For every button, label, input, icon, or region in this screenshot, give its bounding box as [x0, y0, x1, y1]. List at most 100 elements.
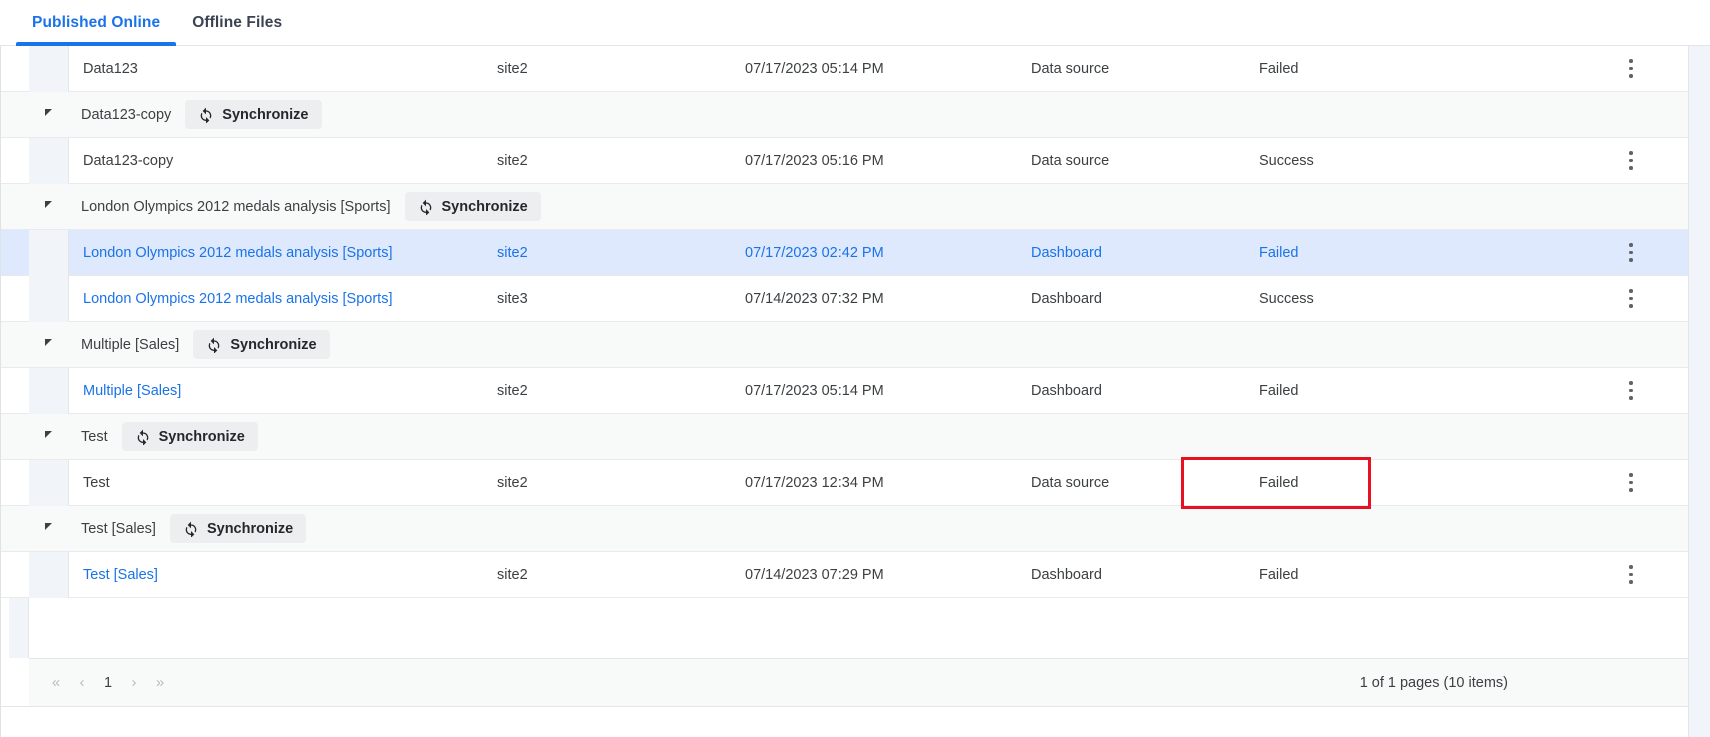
group-header-row[interactable]: Data123-copy Synchronize [1, 92, 1688, 138]
triangle-collapse-icon [44, 523, 52, 530]
data-row-left-pad [1, 230, 29, 276]
cell-timestamp: 07/14/2023 07:29 PM [745, 566, 884, 583]
refresh-sync-icon [208, 337, 220, 353]
synchronize-button-label: Synchronize [206, 520, 294, 537]
row-actions-menu-button[interactable] [1614, 46, 1648, 92]
more-vertical-icon-dot [1629, 480, 1633, 485]
table-row[interactable]: Data123 site2 07/17/2023 05:14 PM Data sour… [1, 45, 1688, 92]
cell-status: Failed [1259, 474, 1299, 491]
table-row[interactable]: London Olympics 2012 medals analysis [Sp… [1, 229, 1688, 276]
tab-offline-files[interactable]: Offline Files [176, 0, 298, 46]
data-row-left-pad [1, 368, 29, 414]
cell-site: site2 [497, 152, 528, 169]
pagination-next-button[interactable]: › [123, 670, 145, 696]
more-vertical-icon-dot [1629, 151, 1633, 155]
synchronize-button-label: Synchronize [158, 428, 245, 445]
table-row[interactable]: London Olympics 2012 medals analysis [Sp… [1, 275, 1688, 322]
synchronize-button-label: Synchronize [230, 336, 317, 353]
group-header-row[interactable]: Test [Sales] Synchronize [1, 506, 1688, 552]
cell-name[interactable]: London Olympics 2012 medals analysis [Sp… [83, 230, 393, 276]
synchronize-button[interactable]: Synchronize [121, 422, 258, 451]
cell-status: Failed [1259, 566, 1299, 583]
cell-site: site2 [497, 244, 528, 261]
group-header-row[interactable]: Multiple [Sales] Synchronize [1, 322, 1688, 368]
group-expander-toggle[interactable] [29, 322, 69, 368]
row-actions-menu-button[interactable] [1614, 460, 1648, 506]
group-expander-toggle[interactable] [29, 184, 69, 230]
table-row[interactable]: Multiple [Sales] site2 07/17/2023 05:14 PM… [1, 367, 1688, 414]
group-row-left-pad [1, 506, 29, 552]
more-vertical-icon-dot [1629, 572, 1633, 577]
group-expander-toggle[interactable] [29, 92, 69, 138]
sync-status-grid: Data123 site2 07/17/2023 05:14 PM Data sour… [0, 45, 1710, 737]
cell-type: Dashboard [1031, 290, 1102, 307]
pagination-page-1[interactable]: 1 [97, 670, 119, 696]
group-header-label: Test [81, 428, 108, 445]
group-row-left-pad [1, 322, 29, 368]
data-row-indent [29, 137, 69, 184]
row-actions-menu-button[interactable] [1614, 276, 1648, 322]
refresh-sync-icon [185, 521, 197, 537]
refresh-sync-icon [420, 199, 431, 215]
data-row-indent [29, 275, 69, 322]
grid-rows: Data123 site2 07/17/2023 05:14 PM Data sour… [1, 45, 1688, 598]
group-expander-toggle[interactable] [29, 414, 69, 460]
more-vertical-icon-dot [1629, 74, 1633, 78]
table-row[interactable]: Test site2 07/17/2023 12:34 PM Data source F… [1, 459, 1688, 506]
refresh-sync-icon [137, 429, 148, 445]
group-header-label: Data123-copy [81, 106, 172, 123]
row-actions-menu-button[interactable] [1614, 368, 1648, 414]
data-row-indent [29, 551, 69, 598]
triangle-collapse-icon [44, 339, 52, 346]
table-row-cells: Data123-copy site2 07/17/2023 05:16 PM Data… [69, 138, 1688, 184]
cell-type: Data source [1031, 152, 1110, 169]
pagination-first-button[interactable]: « [45, 670, 67, 696]
cell-name[interactable]: Multiple [Sales] [83, 368, 181, 414]
cell-status: Success [1259, 290, 1314, 307]
synchronize-button[interactable]: Synchronize [169, 514, 307, 543]
table-row-cells: Test [Sales] site2 07/14/2023 07:29 PM Dash… [69, 552, 1688, 598]
table-row-cells: London Olympics 2012 medals analysis [Sp… [69, 230, 1688, 276]
grid-footer: « ‹ 1 › » 1 of 1 pages (10 items) [29, 658, 1688, 706]
pagination-prev-button[interactable]: ‹ [71, 670, 93, 696]
table-row-cells: Multiple [Sales] site2 07/17/2023 05:14 PM… [69, 368, 1688, 414]
group-header-row[interactable]: Test Synchronize [1, 414, 1688, 460]
vertical-scrollbar[interactable] [1688, 46, 1710, 737]
row-actions-menu-button[interactable] [1614, 552, 1648, 598]
tab-published-online[interactable]: Published Online [16, 0, 177, 46]
data-row-indent [29, 367, 69, 414]
more-vertical-icon-dot [1629, 66, 1633, 71]
more-vertical-icon-dot [1629, 304, 1633, 308]
pagination-last-button[interactable]: » [149, 670, 171, 696]
data-row-left-pad [1, 276, 29, 322]
synchronize-button[interactable]: Synchronize [404, 192, 541, 221]
data-row-left-pad [1, 552, 29, 598]
more-vertical-icon-dot [1629, 296, 1633, 301]
cell-timestamp: 07/17/2023 05:16 PM [745, 152, 884, 169]
refresh-sync-icon [200, 107, 212, 123]
synchronize-button[interactable]: Synchronize [193, 330, 330, 359]
more-vertical-icon-dot [1629, 396, 1633, 400]
table-row[interactable]: Data123-copy site2 07/17/2023 05:16 PM Data… [1, 137, 1688, 184]
published-online-page: Published Online Offline Files Data123 sit… [0, 0, 1710, 737]
row-actions-menu-button[interactable] [1614, 138, 1648, 184]
data-row-indent [29, 45, 69, 92]
cell-type: Dashboard [1031, 566, 1102, 583]
cell-name[interactable]: London Olympics 2012 medals analysis [Sp… [83, 276, 393, 322]
group-header-label: London Olympics 2012 medals analysis [Sp… [81, 198, 391, 215]
table-row-cells: Data123 site2 07/17/2023 05:14 PM Data sour… [69, 46, 1688, 92]
cell-type: Dashboard [1031, 382, 1102, 399]
cell-name[interactable]: Test [Sales] [83, 552, 158, 598]
triangle-collapse-icon [44, 109, 52, 116]
triangle-collapse-icon [44, 431, 52, 438]
more-vertical-icon-dot [1629, 388, 1633, 393]
row-actions-menu-button[interactable] [1614, 230, 1648, 276]
cell-name: Data123 [83, 60, 138, 77]
group-expander-toggle[interactable] [29, 506, 69, 552]
group-row-left-pad [1, 414, 29, 460]
synchronize-button[interactable]: Synchronize [185, 100, 322, 129]
cell-status: Failed [1259, 60, 1299, 77]
data-row-indent [29, 229, 69, 276]
table-row[interactable]: Test [Sales] site2 07/14/2023 07:29 PM Dash… [1, 551, 1688, 598]
group-header-row[interactable]: London Olympics 2012 medals analysis [Sp… [1, 184, 1688, 230]
